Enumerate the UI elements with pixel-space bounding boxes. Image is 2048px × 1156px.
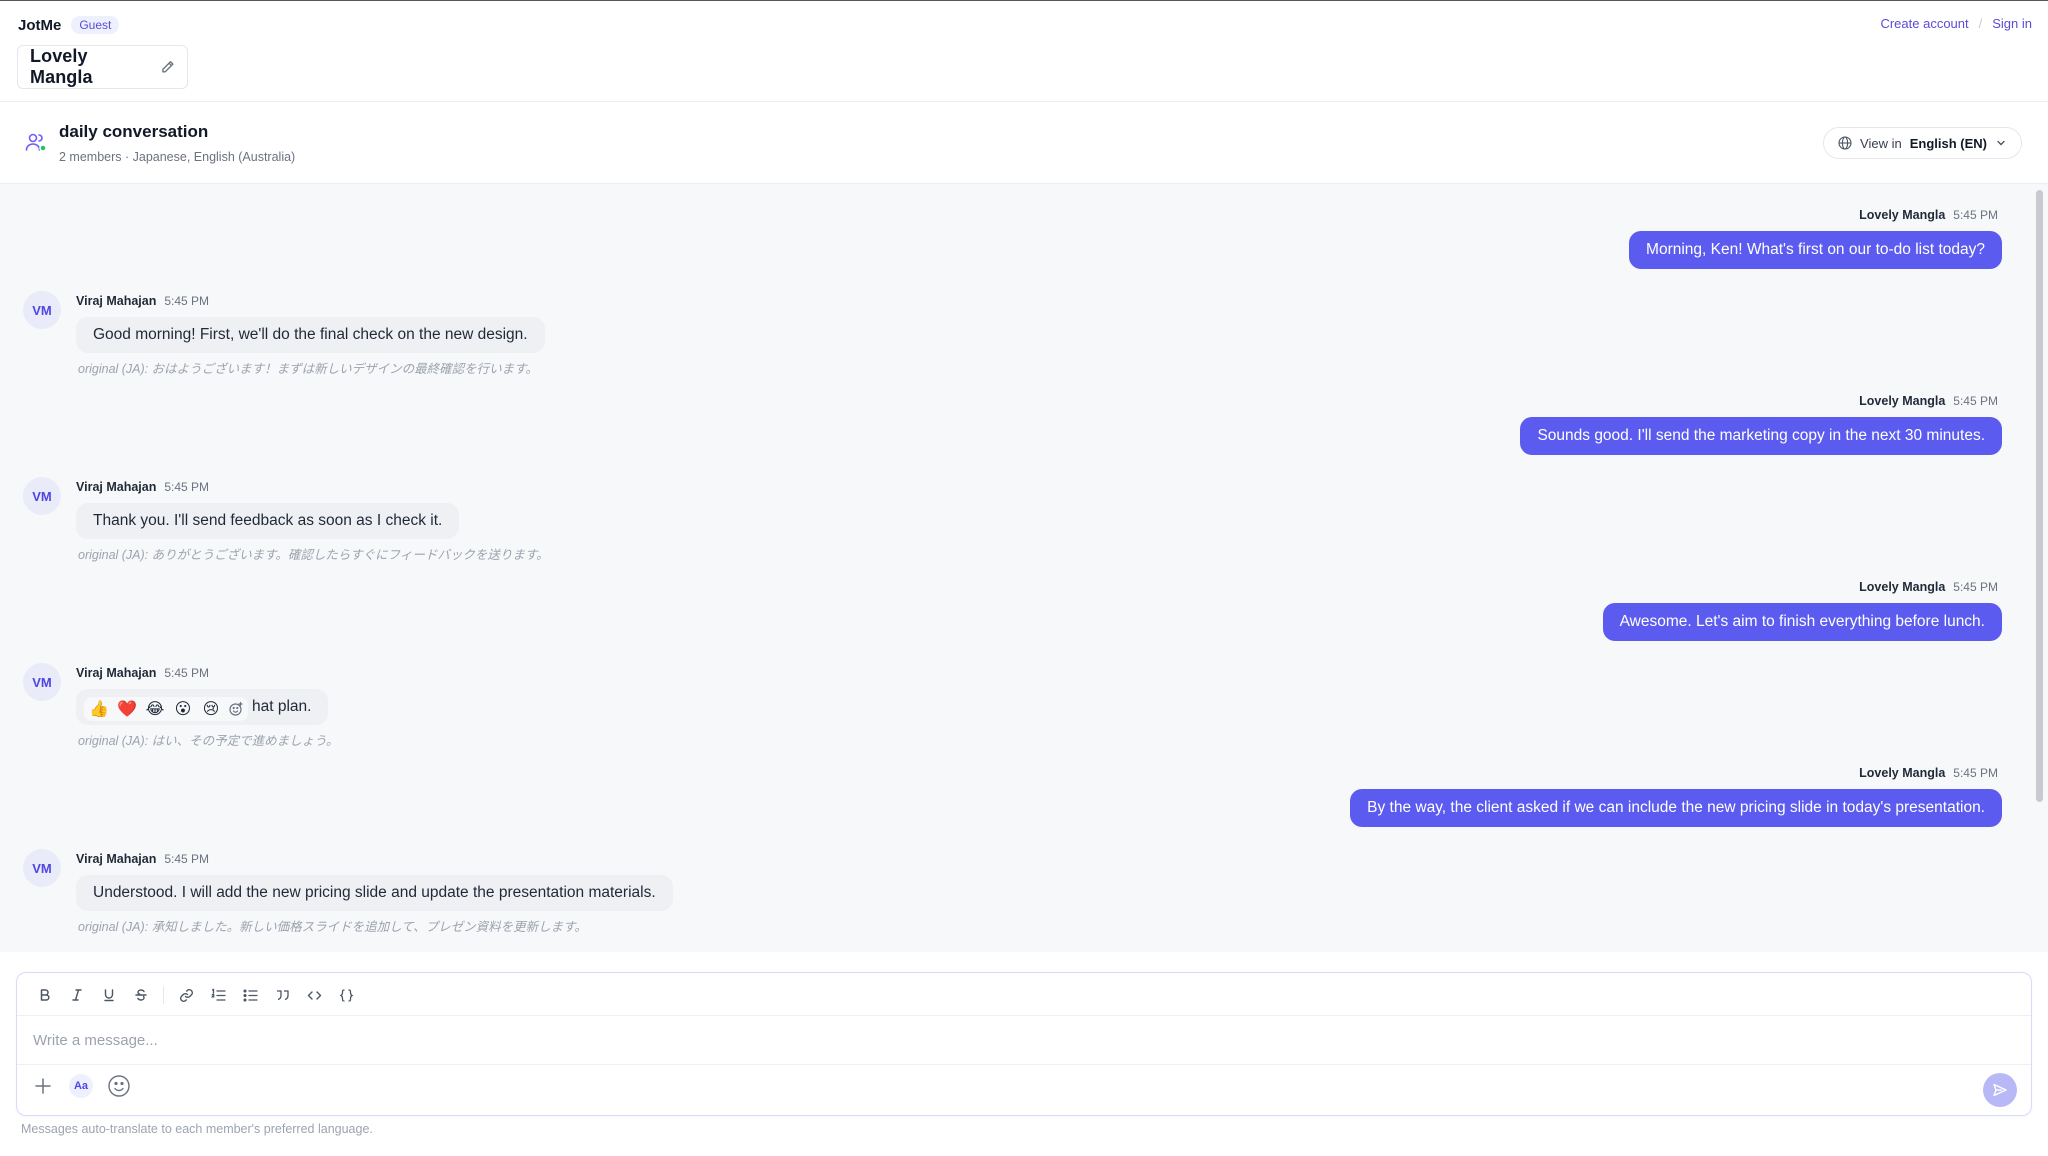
- message-bubble[interactable]: Understood. I will add the new pricing s…: [76, 875, 673, 911]
- message-meta: Viraj Mahajan 5:45 PM: [76, 663, 338, 683]
- avatar[interactable]: VM: [23, 291, 61, 329]
- brand: JotMe Guest: [18, 16, 120, 34]
- ordered-list-icon[interactable]: [206, 983, 230, 1007]
- members-icon: [25, 133, 47, 152]
- view-in-language: English (EN): [1909, 135, 1987, 151]
- code-icon[interactable]: [302, 983, 326, 1007]
- message-bubble[interactable]: Sounds good. I'll send the marketing cop…: [1520, 417, 2002, 455]
- message-meta: Lovely Mangla 5:45 PM: [1859, 580, 2002, 594]
- display-name-box[interactable]: Lovely Mangla: [17, 45, 188, 89]
- formatting-toolbar: [33, 983, 358, 1007]
- message-meta: Lovely Mangla 5:45 PM: [1859, 208, 2002, 222]
- conversation-meta: 2 members · Japanese, English (Australia…: [59, 150, 296, 164]
- add-reaction-icon[interactable]: [228, 701, 244, 717]
- header-divider: [0, 101, 2048, 102]
- quote-icon[interactable]: [270, 983, 294, 1007]
- original-text: original (JA): はい、その予定で進めましょう。: [78, 734, 339, 748]
- message-meta: Viraj Mahajan 5:45 PM: [76, 291, 545, 311]
- avatar[interactable]: VM: [23, 477, 61, 515]
- message-author: Viraj Mahajan: [76, 480, 157, 494]
- message-meta: Viraj Mahajan 5:45 PM: [76, 849, 673, 869]
- underline-icon[interactable]: [97, 983, 121, 1007]
- message-composer: Aa: [16, 972, 2032, 1116]
- outgoing-message: Lovely Mangla 5:45 PM Awesome. Let's aim…: [1602, 580, 2002, 641]
- reaction-heart[interactable]: ❤️: [116, 699, 138, 719]
- message-time: 5:45 PM: [1953, 766, 1998, 780]
- link-icon[interactable]: [174, 983, 198, 1007]
- globe-icon: [1838, 136, 1852, 150]
- edit-pencil-icon[interactable]: [160, 59, 175, 75]
- app-name: JotMe: [18, 16, 62, 34]
- chevron-down-icon: [1997, 140, 2005, 146]
- reaction-laugh[interactable]: 😂: [144, 699, 166, 719]
- message-bubble[interactable]: By the way, the client asked if we can i…: [1350, 789, 2002, 827]
- toolbar-separator: [163, 986, 164, 1004]
- message-bubble[interactable]: Morning, Ken! What's first on our to-do …: [1629, 231, 2002, 269]
- create-account-link[interactable]: Create account: [1880, 16, 1968, 31]
- scrollbar[interactable]: [2036, 190, 2043, 802]
- outgoing-message: Lovely Mangla 5:45 PM Morning, Ken! What…: [1629, 208, 2002, 269]
- message-time: 5:45 PM: [1953, 208, 1998, 222]
- bullet-list-icon[interactable]: [238, 983, 262, 1007]
- view-language-select[interactable]: View in English (EN): [1823, 127, 2022, 159]
- message-author: Lovely Mangla: [1859, 208, 1946, 222]
- message-bubble[interactable]: Good morning! First, we'll do the final …: [76, 317, 545, 353]
- avatar[interactable]: VM: [23, 663, 61, 701]
- composer-divider: [17, 1015, 2031, 1016]
- view-in-label: View in: [1860, 135, 1902, 151]
- text-format-button[interactable]: Aa: [69, 1074, 93, 1098]
- message-author: Lovely Mangla: [1859, 766, 1946, 780]
- composer-actions: Aa: [31, 1074, 131, 1098]
- plus-icon[interactable]: [31, 1074, 55, 1098]
- outgoing-message: Lovely Mangla 5:45 PM By the way, the cl…: [1350, 766, 2002, 827]
- message-time: 5:45 PM: [164, 294, 210, 308]
- composer-divider: [17, 1064, 2031, 1065]
- footer-note: Messages auto-translate to each member's…: [21, 1122, 373, 1136]
- original-text: original (JA): 承知しました。新しい価格スライドを追加して、プレゼ…: [78, 920, 587, 934]
- auth-links: Create account / Sign in: [1880, 16, 2032, 31]
- message-list[interactable]: Lovely Mangla 5:45 PM Morning, Ken! What…: [0, 184, 2048, 952]
- message-time: 5:45 PM: [164, 480, 210, 494]
- display-name: Lovely Mangla: [30, 46, 93, 87]
- strikethrough-icon[interactable]: [129, 983, 153, 1007]
- reaction-wow[interactable]: 😮: [172, 699, 194, 719]
- original-text: original (JA): ありがとうございます。確認したらすぐにフィードバッ…: [78, 548, 549, 562]
- avatar[interactable]: VM: [23, 849, 61, 887]
- link-separator: /: [1978, 16, 1983, 31]
- message-author: Viraj Mahajan: [76, 666, 157, 680]
- message-author: Lovely Mangla: [1859, 394, 1946, 408]
- message-time: 5:45 PM: [164, 852, 210, 866]
- message-bubble[interactable]: Thank you. I'll send feedback as soon as…: [76, 503, 460, 539]
- conversation-title: daily conversation: [59, 122, 209, 141]
- message-author: Viraj Mahajan: [76, 294, 157, 308]
- bold-icon[interactable]: [33, 983, 57, 1007]
- sign-in-link[interactable]: Sign in: [1992, 16, 2032, 31]
- code-block-icon[interactable]: [334, 983, 358, 1007]
- message-meta: Viraj Mahajan 5:45 PM: [76, 477, 549, 497]
- message-bubble[interactable]: Awesome. Let's aim to finish everything …: [1602, 603, 2002, 641]
- message-time: 5:45 PM: [1953, 580, 1998, 594]
- message-time: 5:45 PM: [164, 666, 210, 680]
- send-button[interactable]: [1983, 1073, 2017, 1107]
- emoji-icon[interactable]: [107, 1074, 131, 1098]
- message-time: 5:45 PM: [1953, 394, 1998, 408]
- message-meta: Lovely Mangla 5:45 PM: [1859, 394, 2002, 408]
- top-border: [0, 0, 2048, 1]
- message-meta: Lovely Mangla 5:45 PM: [1859, 766, 2002, 780]
- guest-badge: Guest: [71, 16, 120, 34]
- send-icon: [1993, 1083, 2007, 1097]
- reaction-picker: 👍 ❤️ 😂 😮 😢: [84, 697, 248, 721]
- message-author: Lovely Mangla: [1859, 580, 1946, 594]
- reaction-thumbs-up[interactable]: 👍: [88, 699, 110, 719]
- reaction-sad[interactable]: 😢: [200, 699, 222, 719]
- original-text: original (JA): おはようございます！まずは新しいデザインの最終確認…: [78, 362, 538, 376]
- message-input[interactable]: [33, 1025, 1933, 1055]
- italic-icon[interactable]: [65, 983, 89, 1007]
- outgoing-message: Lovely Mangla 5:45 PM Sounds good. I'll …: [1520, 394, 2002, 455]
- message-author: Viraj Mahajan: [76, 852, 157, 866]
